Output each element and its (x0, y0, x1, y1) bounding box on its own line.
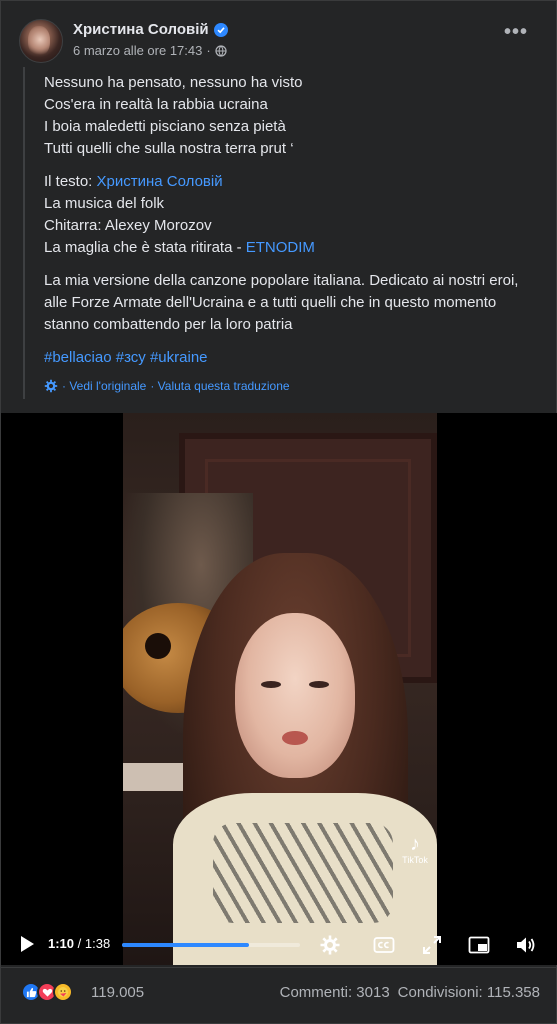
credit-text-line: Il testo: Христина Соловій (44, 171, 533, 193)
singer-eye-left (261, 681, 281, 688)
credit-guitar-line: Chitarra: Alexey Morozov (44, 217, 212, 234)
shares-count[interactable]: Condivisioni: 115.358 (398, 984, 540, 1001)
tiktok-watermark: ♪ TikTok (395, 833, 435, 865)
seek-bar[interactable] (122, 943, 300, 947)
video-frame[interactable]: ♪ TikTok (123, 413, 437, 965)
verified-badge-icon (213, 22, 228, 37)
post-footer: 119.005 Commenti: 3013 Condivisioni: 115… (1, 967, 557, 1017)
credit-text-label: Il testo: (44, 173, 97, 190)
hashtag-link[interactable]: #ukraine (150, 349, 208, 366)
globe-icon (215, 44, 227, 57)
lyrics-line: Nessuno ha pensato, nessuno ha visto (44, 74, 303, 91)
author-avatar[interactable] (19, 19, 63, 63)
expand-icon[interactable] (421, 934, 443, 956)
more-options-button[interactable]: ••• (504, 22, 528, 42)
reaction-count[interactable]: 119.005 (91, 984, 144, 1001)
singer-eye-right (309, 681, 329, 688)
rate-translation-link[interactable]: · Valuta questa traduzione (150, 379, 289, 393)
duration: 1:38 (84, 936, 111, 951)
credits-paragraph: Il testo: Христина Соловій La musica del… (44, 171, 533, 259)
post-stats: Commenti: 3013 Condivisioni: 115.358 (280, 984, 540, 1001)
meta-separator: · (206, 43, 211, 58)
hashtag-link[interactable]: #bellaciao (44, 349, 112, 366)
tiktok-icon: ♪ (410, 833, 420, 855)
tiktok-label: TikTok (402, 855, 428, 865)
lyrics-line: Tutti quelli che sulla nostra terra prut… (44, 140, 294, 157)
post-text: Nessuno ha pensato, nessuno ha visto Cos… (23, 67, 533, 399)
guitar-soundhole (145, 633, 171, 659)
post-card: Христина Соловій 6 marzo alle ore 17:43 … (0, 0, 557, 1024)
see-original-link[interactable]: · Vedi l'originale (62, 379, 146, 393)
video-controls: 1:10 / 1:38 (1, 925, 557, 965)
volume-icon[interactable] (515, 934, 537, 956)
translation-gear-icon[interactable] (44, 379, 58, 393)
current-time: 1:10 (48, 936, 75, 951)
pip-icon[interactable] (468, 934, 490, 956)
author-name[interactable]: Христина Соловій (73, 21, 209, 38)
lyrics-line: I boia maledetti pisciano senza pietà (44, 118, 286, 135)
singer-mouth (282, 731, 308, 745)
cc-icon[interactable] (373, 934, 395, 956)
etnodim-link[interactable]: ETNODIM (246, 239, 315, 256)
post-meta: 6 marzo alle ore 17:43 · (73, 43, 227, 58)
credit-music-line: La musica del folk (44, 195, 165, 212)
hashtag-link[interactable]: #зсу (116, 349, 146, 366)
seek-bar-progress (122, 943, 250, 947)
video-time: 1:10 / 1:38 (48, 936, 110, 951)
time-separator: / (74, 936, 85, 951)
reaction-icons[interactable] (21, 982, 73, 1002)
play-icon[interactable] (19, 935, 35, 953)
singer-face (235, 613, 355, 778)
credit-shirt-line: La maglia che è stata ritirata - ETNODIM (44, 237, 533, 259)
hashtags: #bellaciao #зсу #ukraine (44, 347, 533, 369)
lyricist-link[interactable]: Христина Соловій (97, 173, 223, 190)
lyrics-line: Cos'era in realtà la rabbia ucraina (44, 96, 268, 113)
lyrics-paragraph: Nessuno ha pensato, nessuno ha visto Cos… (44, 67, 533, 160)
description-paragraph: La mia versione della canzone popolare i… (44, 272, 519, 333)
author-name-row: Христина Соловій (73, 21, 228, 38)
post-timestamp[interactable]: 6 marzo alle ore 17:43 (73, 43, 202, 58)
credit-shirt-label: La maglia che è stata ritirata - (44, 239, 246, 256)
comments-count[interactable]: Commenti: 3013 (280, 984, 390, 1001)
translation-bar: · Vedi l'originale · Valuta questa tradu… (44, 379, 533, 393)
video-player[interactable]: ♪ TikTok 1:10 / 1:38 (1, 413, 557, 965)
care-reaction-icon (53, 982, 73, 1002)
post-header: Христина Соловій 6 marzo alle ore 17:43 … (19, 17, 542, 65)
gear-icon[interactable] (319, 934, 341, 956)
